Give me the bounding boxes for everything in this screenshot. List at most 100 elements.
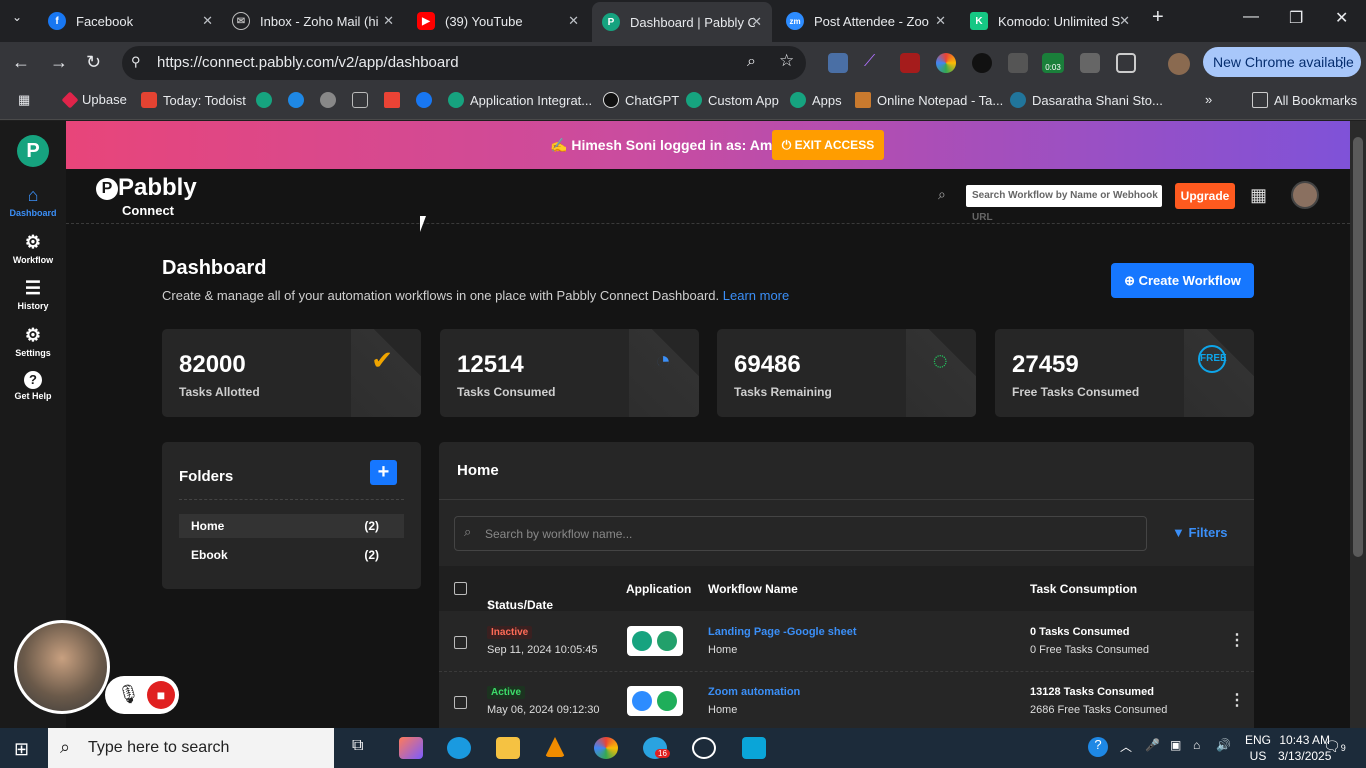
telegram-icon[interactable]: 16 [643,737,670,759]
sidebar-item-workflow[interactable]: ⚙ Workflow [0,232,66,265]
tray-mic-icon[interactable]: 🎤 [1145,738,1160,752]
file-explorer-icon[interactable] [496,737,520,759]
edge-icon[interactable] [447,737,471,759]
bookmark-custom-app[interactable]: Custom App [686,92,779,108]
all-bookmarks[interactable]: All Bookmarks [1252,92,1357,108]
scrollbar-thumb[interactable] [1353,137,1363,557]
close-icon[interactable]: ✕ [935,13,946,29]
camera-extension-icon[interactable] [1008,53,1028,73]
new-tab-icon[interactable]: + [1152,6,1164,29]
help-tray-icon[interactable]: ? [1088,737,1108,757]
tab-facebook[interactable]: f Facebook ✕ [48,6,213,36]
timer-extension-icon[interactable]: 0:03 [1042,53,1064,73]
row-menu-icon[interactable]: ⋮ [1229,630,1245,650]
whatsapp-icon[interactable] [692,737,716,759]
sidebar-item-dashboard[interactable]: ⌂ Dashboard [0,185,66,218]
extensions-puzzle-icon[interactable] [1116,53,1136,73]
tab-zoho-mail[interactable]: ✉ Inbox - Zoho Mail (hi ✕ [232,6,394,36]
tab-komodo[interactable]: K Komodo: Unlimited S ✕ [970,6,1130,36]
tab-zoom[interactable]: zm Post Attendee - Zoo ✕ [786,6,946,36]
doc-extension-icon[interactable] [1080,53,1100,73]
bookmark-online-notepad[interactable]: Online Notepad - Ta... [855,92,1003,108]
task-view-icon[interactable]: ⧉ [352,737,376,759]
back-icon[interactable]: ← [12,52,30,73]
tray-network-icon[interactable]: ⌂ [1193,738,1200,752]
bookmark-application-integration[interactable]: Application Integrat... [448,92,592,108]
reload-icon[interactable]: ↻ [86,52,101,73]
site-info-icon[interactable]: ⚲ [131,54,141,70]
address-bar[interactable]: https://connect.pabbly.com/v2/app/dashbo… [122,46,806,80]
bookmark-star-icon[interactable]: ☆ [779,51,794,71]
bookmark-blue-icon[interactable] [288,92,310,108]
create-workflow-button[interactable]: ⊕ Create Workflow [1111,263,1254,298]
bookmark-chatgpt[interactable]: ChatGPT [603,92,679,108]
pabbly-connect-logo[interactable]: P Pabbly Connect [96,176,197,222]
bookmark-facebook-icon[interactable] [416,92,438,108]
ublock-icon[interactable] [900,53,920,73]
bookmark-gmail-icon[interactable] [384,92,406,108]
workflow-name-link[interactable]: Landing Page -Google sheet [708,626,857,638]
row-checkbox[interactable] [454,636,467,649]
bookmark-grey-icon[interactable] [320,92,342,108]
learn-more-link[interactable]: Learn more [723,288,789,303]
office-icon[interactable] [399,737,423,759]
workflow-name-search-input[interactable]: Search by workflow name... [454,516,1147,551]
folder-item-ebook[interactable]: Ebook (2) [179,543,404,567]
chrome-icon[interactable] [594,737,618,759]
bookmark-dasaratha[interactable]: Dasaratha Shani Sto... [1010,92,1163,108]
remote-desktop-icon[interactable] [742,737,766,759]
bookmark-todoist[interactable]: Today: Todoist [141,92,246,108]
tray-overflow-icon[interactable]: ︿ [1120,738,1132,755]
sidebar-item-history[interactable]: ☰ History [0,278,66,311]
drop-extension-icon[interactable] [972,53,992,73]
extension-icon[interactable] [828,53,848,73]
user-avatar[interactable] [1291,181,1319,209]
folder-item-home[interactable]: Home (2) [179,514,404,538]
tray-camera-icon[interactable]: ▣ [1170,738,1181,752]
feather-extension-icon[interactable]: ⟋ [864,53,884,73]
close-icon[interactable]: ✕ [751,14,762,30]
profile-avatar[interactable] [1168,53,1190,75]
bookmarks-overflow-icon[interactable]: » [1205,92,1212,107]
minimize-icon[interactable]: — [1243,8,1259,26]
pabbly-logo-icon[interactable]: P [17,135,49,167]
add-folder-button[interactable]: + [370,460,397,485]
maximize-icon[interactable]: ❐ [1289,8,1303,28]
sidebar-item-settings[interactable]: ⚙ Settings [0,325,66,358]
vlc-icon[interactable] [545,737,565,757]
microphone-icon[interactable]: 🎙 [117,684,140,705]
tab-youtube[interactable]: ▶ (39) YouTube ✕ [417,6,579,36]
notifications-icon[interactable]: 🗨9 [1323,738,1346,755]
language-indicator[interactable]: ENG US [1245,732,1271,764]
window-close-icon[interactable]: ✕ [1335,8,1348,28]
row-checkbox[interactable] [454,696,467,709]
tab-search-icon[interactable]: ⌄ [12,10,22,24]
select-all-checkbox[interactable] [454,582,467,595]
row-menu-icon[interactable]: ⋮ [1229,690,1245,710]
sidebar-item-get-help[interactable]: ? Get Help [0,371,66,401]
exit-access-button[interactable]: ⏻ EXIT ACCESS [772,130,884,160]
apps-grid-icon[interactable]: ▦ [18,92,30,108]
tray-volume-icon[interactable]: 🔊 [1216,738,1231,752]
color-extension-icon[interactable] [936,53,956,73]
bookmark-apps[interactable]: Apps [790,92,842,108]
workflow-name-link[interactable]: Zoom automation [708,686,800,698]
tab-pabbly-dashboard[interactable]: P Dashboard | Pabbly C ✕ [592,2,772,42]
close-icon[interactable]: ✕ [1119,13,1130,29]
workflow-search-input[interactable]: Search Workflow by Name or Webhook URL [966,185,1162,223]
close-icon[interactable]: ✕ [202,13,213,29]
taskbar-search-input[interactable]: Type here to search [48,728,334,768]
filters-button[interactable]: ▼ Filters [1172,525,1228,540]
apps-grid-icon[interactable]: ▦ [1250,185,1267,206]
close-icon[interactable]: ✕ [568,13,579,29]
zoom-lens-icon[interactable]: ⌕ [747,53,756,71]
bookmark-upbase[interactable]: Upbase [61,91,127,108]
close-icon[interactable]: ✕ [383,13,394,29]
windows-start-icon[interactable]: ⊞ [14,739,29,760]
bookmark-envelope-icon[interactable] [352,92,374,108]
new-chrome-available-button[interactable]: New Chrome available ⋮ [1203,47,1361,77]
forward-icon[interactable]: → [50,52,68,73]
bookmark-pabbly-icon[interactable] [256,92,278,108]
upgrade-button[interactable]: Upgrade [1175,183,1235,209]
stop-recording-icon[interactable]: ■ [147,681,175,709]
